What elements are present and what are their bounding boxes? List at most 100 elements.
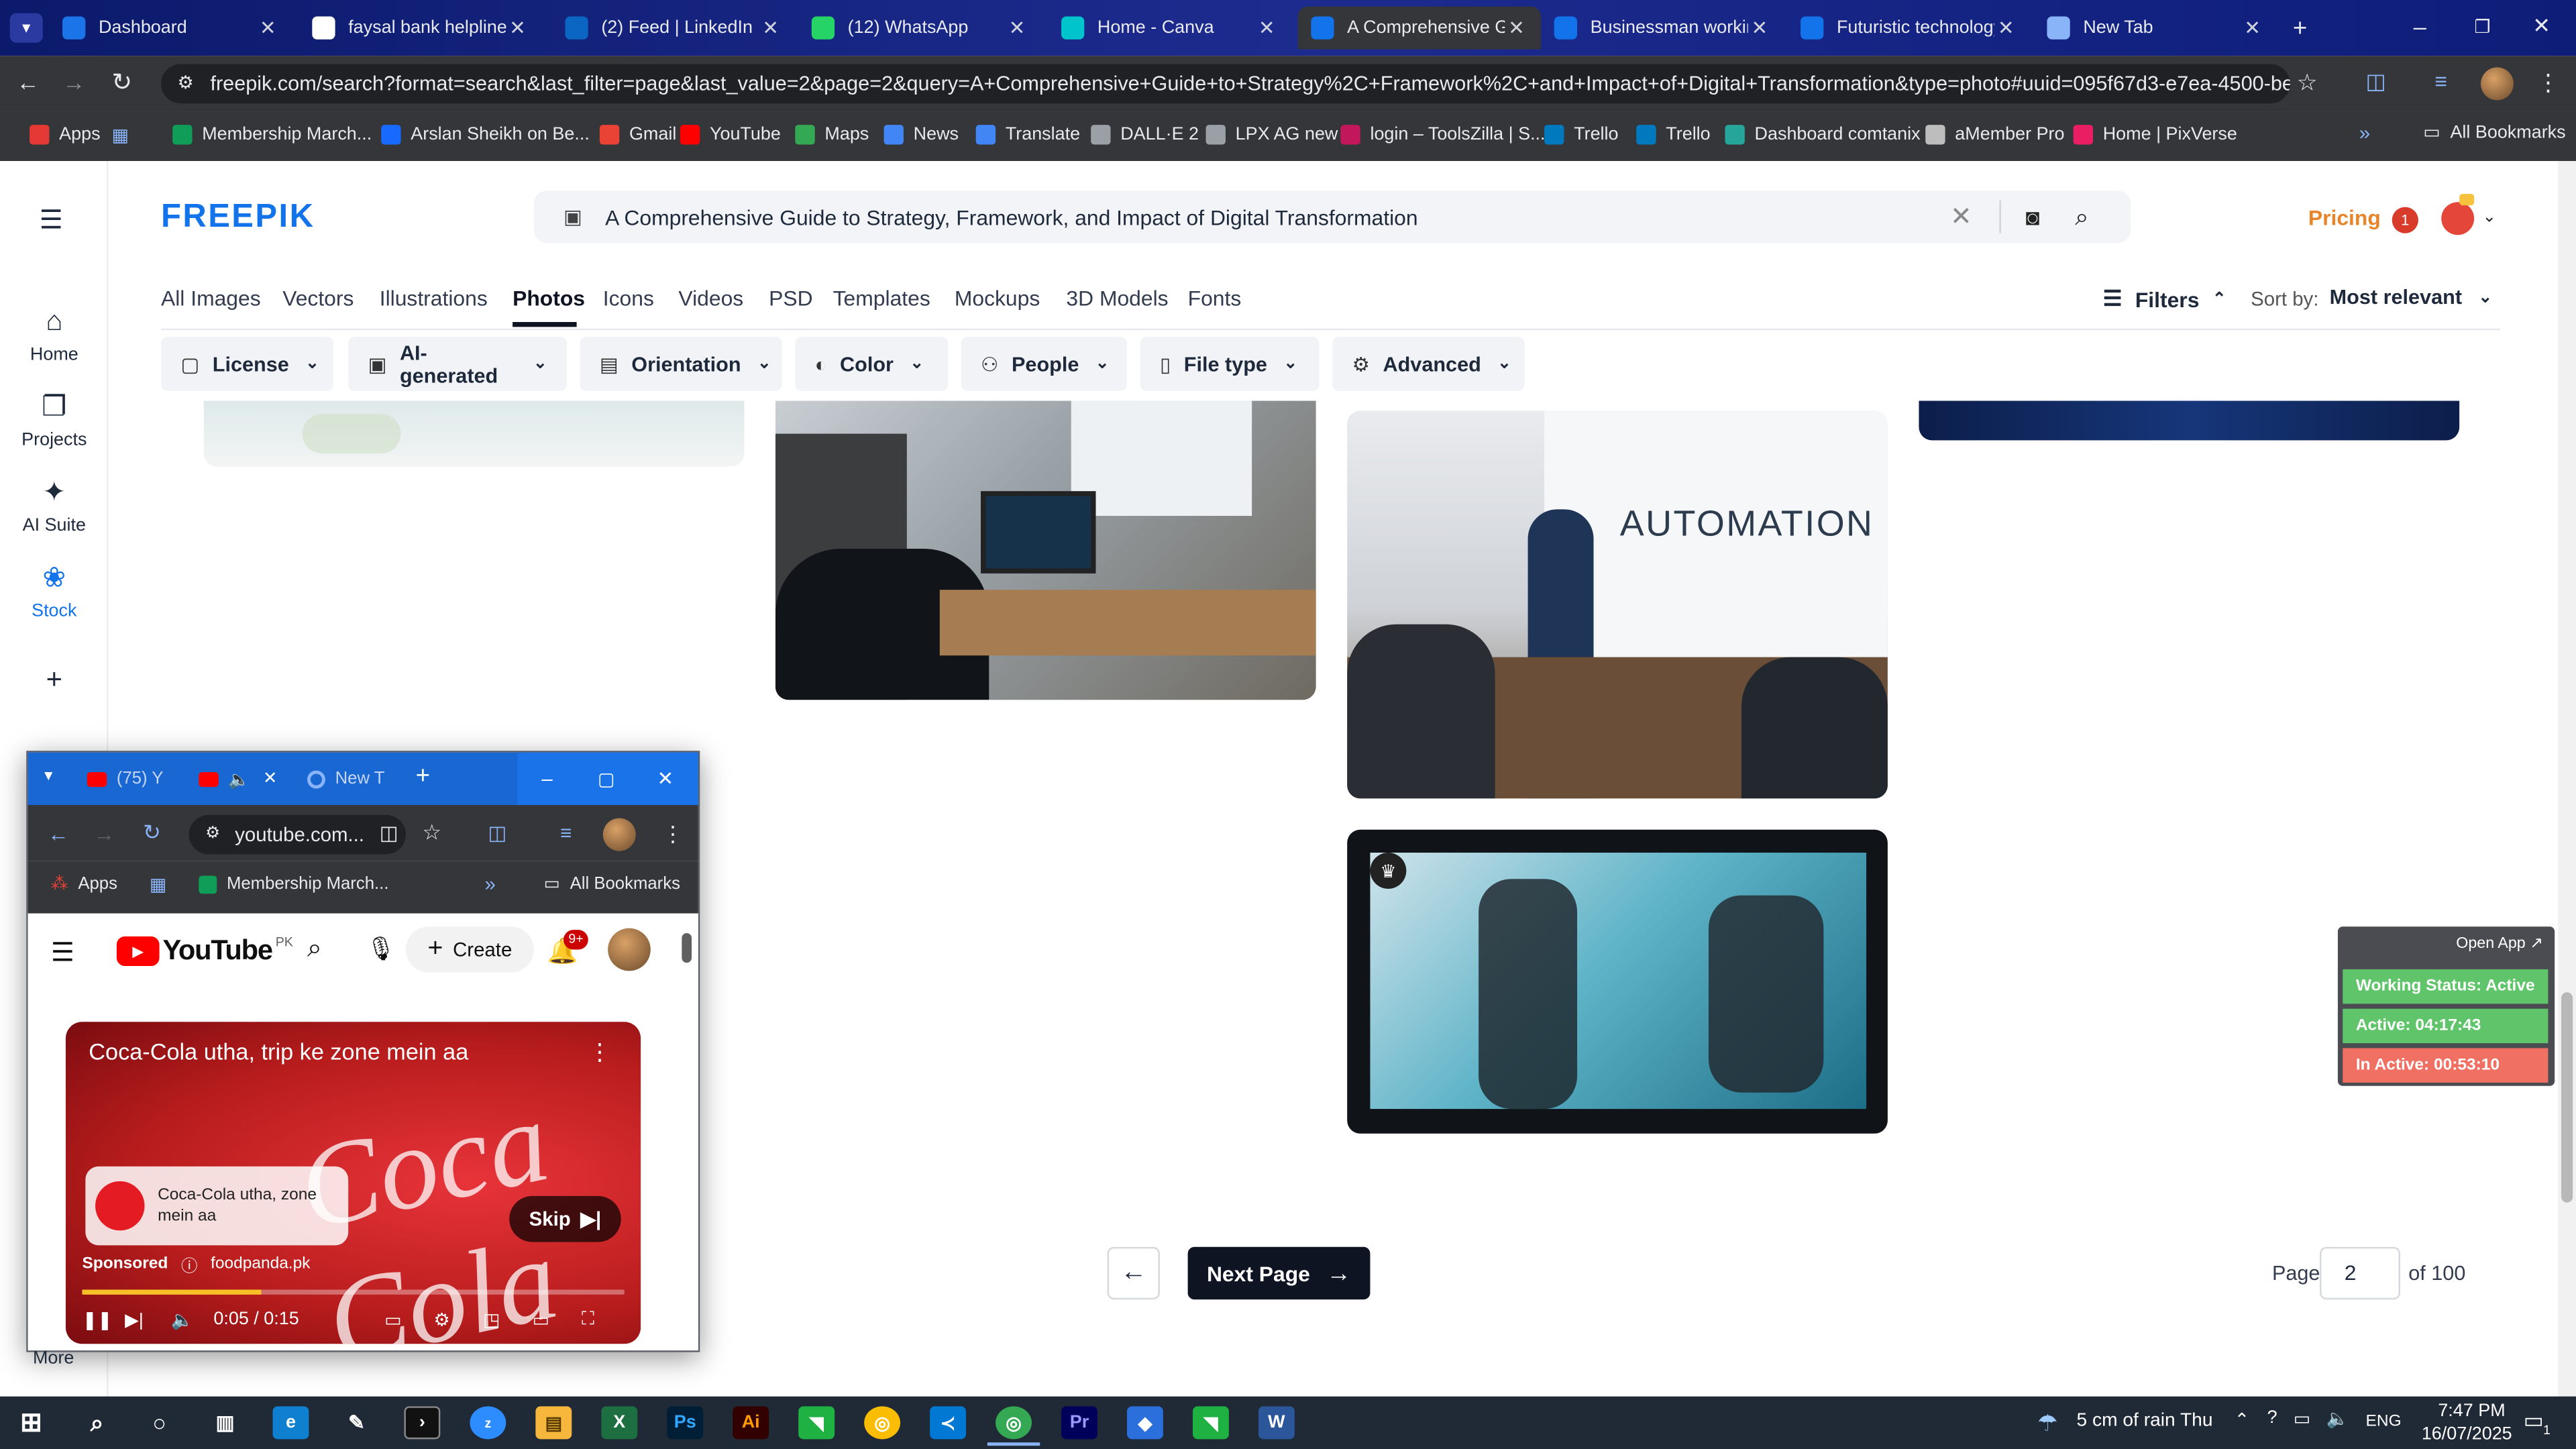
weather-icon[interactable]: ☂	[2037, 1409, 2058, 1438]
popup-tab-3[interactable]: New T	[307, 762, 402, 795]
ad-more-icon[interactable]: ⋮	[588, 1038, 611, 1067]
menu-kebab-icon[interactable]: ⋮	[662, 822, 684, 848]
bookmark-star-icon[interactable]: ☆	[422, 820, 441, 846]
premiere-icon[interactable]: Pr	[1061, 1406, 1097, 1440]
excel-icon[interactable]: X	[601, 1406, 638, 1440]
hamburger-menu-icon[interactable]: ☰	[40, 204, 69, 237]
tab-search-icon[interactable]: ▾	[9, 13, 43, 43]
photo-result-3[interactable]: AUTOMATION	[1347, 411, 1888, 799]
page-scrollbar[interactable]	[2558, 161, 2576, 1397]
create-button[interactable]: + Create	[405, 926, 534, 973]
volume-icon[interactable]: 🔈	[2326, 1408, 2349, 1429]
photoshop-icon[interactable]: Ps	[667, 1406, 704, 1440]
search-icon[interactable]: ⌕	[2075, 203, 2089, 231]
next-page-button[interactable]: Next Page →	[1187, 1246, 1371, 1300]
browser-tab[interactable]: A Comprehensive Gu ✕	[1297, 6, 1542, 50]
sidebar-item[interactable]: +	[0, 663, 109, 703]
filter-chip[interactable]: ◐ Color ⌄	[795, 337, 949, 391]
youtube-menu-icon[interactable]: ☰	[51, 936, 74, 969]
bookmark-item[interactable]: Membership March...	[172, 121, 372, 148]
open-app-link[interactable]: Open App ↗	[2456, 934, 2542, 953]
media-control-icon[interactable]: ≡	[560, 822, 572, 845]
tab-close-icon[interactable]: ✕	[256, 16, 279, 39]
install-icon[interactable]: ◫	[380, 822, 398, 845]
maximize-icon[interactable]: ▢	[577, 768, 636, 789]
category-tab[interactable]: Fonts	[1188, 286, 1242, 311]
extensions-icon[interactable]: ◫	[488, 822, 506, 845]
edge-icon[interactable]: e	[272, 1406, 309, 1440]
browser-tab[interactable]: Businessman working✕	[1541, 7, 1784, 50]
app-green-2-icon[interactable]: ◥	[1192, 1406, 1229, 1440]
bookmark-item[interactable]: login – ToolsZilla | S...	[1340, 121, 1546, 148]
popup-scrollbar-thumb[interactable]	[682, 933, 692, 963]
photo-result-5[interactable]	[1919, 400, 2460, 441]
media-control-icon[interactable]: ≡	[2434, 69, 2447, 94]
category-tab[interactable]: Videos	[678, 286, 743, 311]
filters-toggle[interactable]: ☰ Filters ⌃	[2103, 286, 2226, 312]
advertiser-link[interactable]: foodpanda.pk	[211, 1255, 310, 1273]
microphone-icon[interactable]: 🎙	[366, 934, 396, 963]
zoom-icon[interactable]: z	[470, 1406, 506, 1440]
search-input[interactable]: A Comprehensive Guide to Strategy, Frame…	[605, 205, 1418, 229]
filter-chip[interactable]: ⚇ People ⌄	[961, 337, 1128, 391]
bookmark-item[interactable]: Gmail	[599, 121, 676, 148]
sidebar-item[interactable]: ❐ Projects	[0, 391, 109, 450]
prev-page-button[interactable]: ←	[1107, 1246, 1160, 1300]
profile-avatar[interactable]	[2480, 67, 2514, 101]
chrome-active-icon[interactable]: ◎	[996, 1406, 1032, 1440]
browser-tab[interactable]: Futuristic technology ✕	[1788, 7, 2031, 50]
search-bar[interactable]: ▣ A Comprehensive Guide to Strategy, Fra…	[533, 191, 2131, 244]
next-icon[interactable]: ▶|	[125, 1309, 171, 1330]
sidebar-item[interactable]: ✦ AI Suite	[0, 476, 109, 535]
tab-close-icon[interactable]: ✕	[1255, 16, 1278, 39]
volume-icon[interactable]: 🔈	[171, 1309, 214, 1330]
page-input[interactable]: 2	[2319, 1246, 2400, 1300]
clock-time[interactable]: 7:47 PM	[2438, 1401, 2505, 1421]
tab-close-icon[interactable]: ✕	[1505, 16, 1527, 39]
menu-kebab-icon[interactable]: ⋮	[2536, 69, 2559, 97]
tab-close-icon[interactable]: ✕	[2241, 16, 2263, 39]
category-tab[interactable]: Vectors	[282, 286, 354, 311]
filter-chip[interactable]: ▤ Orientation ⌄	[580, 337, 782, 391]
category-tab[interactable]: Mockups	[955, 286, 1040, 311]
bookmark-star-icon[interactable]: ☆	[2297, 69, 2318, 97]
forward-arrow-icon[interactable]: →	[94, 822, 115, 847]
tab-close-icon[interactable]: ✕	[263, 769, 278, 788]
bookmark-item[interactable]: YouTube	[680, 121, 781, 148]
bookmark-item[interactable]: LPX AG new	[1205, 121, 1338, 148]
tab-close-icon[interactable]: ✕	[759, 16, 782, 39]
popup-tab-2[interactable]: 🔈 ✕	[199, 762, 284, 795]
image-search-icon[interactable]: ▣	[564, 205, 582, 228]
browser-tab[interactable]: Dashboard ✕	[49, 7, 292, 50]
fullscreen-icon[interactable]: ⛶	[582, 1309, 614, 1330]
task-view-icon[interactable]: ▥	[207, 1406, 244, 1439]
tab-groups-icon[interactable]: ▦	[112, 121, 129, 148]
bookmark-item[interactable]: Maps	[795, 121, 869, 148]
clear-search-icon[interactable]: ✕	[1950, 201, 1972, 233]
bookmark-item[interactable]: News	[883, 121, 959, 148]
sidebar-item[interactable]: ❀ Stock	[0, 562, 109, 621]
restore-icon[interactable]: ❐	[2458, 10, 2507, 43]
youtube-avatar[interactable]	[608, 928, 651, 971]
language-indicator[interactable]: ENG	[2366, 1413, 2402, 1431]
popup-address-bar[interactable]: youtube.com...	[189, 814, 406, 855]
pricing-link[interactable]: Pricing	[2308, 205, 2381, 230]
cortana-icon[interactable]: ○	[142, 1406, 178, 1439]
minimize-icon[interactable]: –	[517, 767, 576, 790]
all-bookmarks-button[interactable]: ▭ All Bookmarks	[544, 874, 680, 894]
filter-chip[interactable]: ▢ License ⌄	[161, 337, 334, 391]
tab-close-icon[interactable]: ✕	[1006, 16, 1028, 39]
category-tab[interactable]: Photos	[513, 286, 585, 311]
close-window-icon[interactable]: ✕	[2517, 10, 2566, 43]
sort-dropdown[interactable]: Most relevant ⌄	[2330, 286, 2492, 309]
site-info-icon[interactable]: ⚙	[205, 824, 220, 843]
terminal-icon[interactable]: ›	[404, 1406, 441, 1440]
help-icon[interactable]: ?	[2267, 1408, 2277, 1428]
bookmark-apps[interactable]: ⁂ Apps	[51, 874, 117, 894]
browser-tab[interactable]: (12) WhatsApp ✕	[798, 7, 1041, 50]
new-tab-button[interactable]: +	[2284, 13, 2316, 43]
category-tab[interactable]: 3D Models	[1066, 286, 1168, 311]
vscode-icon[interactable]: ≺	[930, 1406, 967, 1440]
filter-chip[interactable]: ▯ File type ⌄	[1140, 337, 1320, 391]
category-tab[interactable]: All Images	[161, 286, 261, 311]
